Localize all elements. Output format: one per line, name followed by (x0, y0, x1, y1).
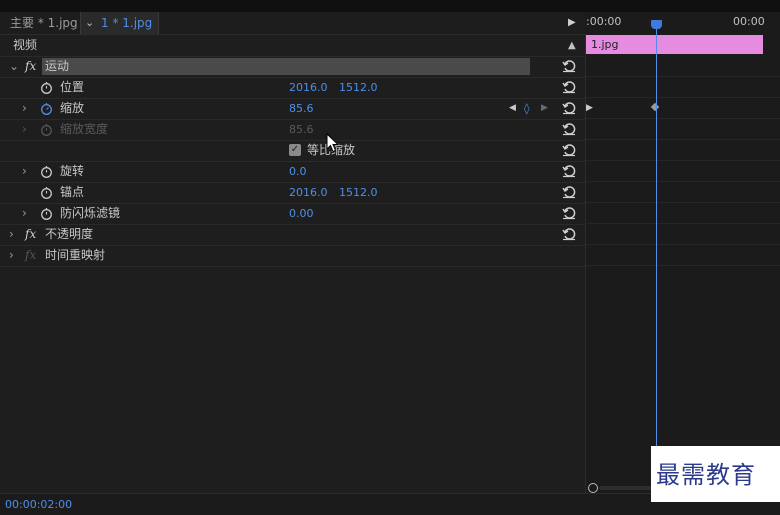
timeline-row-divider (586, 181, 780, 182)
reset-icon[interactable] (562, 185, 576, 199)
timeline-row-divider (586, 118, 780, 119)
ruler-start-timecode: :00:00 (586, 15, 622, 28)
chevron-right-icon[interactable]: › (22, 161, 27, 182)
property-label-position: 位置 (60, 80, 85, 94)
timeline-row-divider (586, 76, 780, 77)
effect-row-motion[interactable]: ⌄ fx 运动 (0, 56, 585, 78)
property-row-anchor: 锚点 2016.0 1512.0 (0, 182, 585, 204)
anti-flicker-value[interactable]: 0.00 (289, 203, 314, 224)
play-only-arrow-icon[interactable]: ▶ (568, 13, 576, 33)
uniform-scale-checkbox[interactable]: ✓ (289, 144, 301, 156)
reset-icon[interactable] (562, 122, 576, 136)
clip-name: 1.jpg (591, 38, 619, 51)
prev-keyframe-icon[interactable]: ◀ (509, 98, 516, 119)
video-section-header: 视频 ▲ (0, 35, 585, 57)
stopwatch-icon[interactable] (40, 207, 53, 220)
timeline-row-divider (586, 139, 780, 140)
effect-row-time-remap[interactable]: › fx 时间重映射 (0, 245, 585, 267)
effect-label-opacity: 不透明度 (45, 227, 94, 241)
property-label-rotation: 旋转 (60, 164, 85, 178)
chevron-right-icon[interactable]: › (9, 245, 14, 266)
effect-label-motion: 运动 (45, 59, 70, 73)
fx-icon[interactable]: fx (25, 224, 36, 245)
anchor-y-value[interactable]: 1512.0 (339, 182, 378, 203)
chevron-right-icon[interactable]: › (22, 98, 27, 119)
property-label-anti-flicker: 防闪烁滤镜 (60, 206, 121, 220)
property-row-anti-flicker: › 防闪烁滤镜 0.00 (0, 203, 585, 225)
playhead-handle[interactable] (651, 20, 662, 29)
scale-width-value: 85.6 (289, 123, 314, 136)
effect-timeline[interactable] (585, 12, 780, 493)
timeline-row-divider (586, 202, 780, 203)
motion-highlight (42, 58, 530, 75)
position-y-value[interactable]: 1512.0 (339, 77, 378, 98)
chevron-right-icon: › (22, 122, 27, 136)
reset-icon[interactable] (562, 101, 576, 115)
tab-master-clip[interactable]: 主要 * 1.jpg (10, 12, 78, 34)
fx-disabled-icon: fx (25, 248, 37, 262)
horizontal-scrollbar[interactable] (599, 486, 659, 490)
effect-label-time-remap: 时间重映射 (45, 248, 106, 262)
video-section-label: 视频 (13, 38, 38, 52)
chevron-right-icon[interactable]: › (22, 203, 27, 224)
property-label-scale-width: 缩放宽度 (60, 122, 109, 136)
anchor-x-value[interactable]: 2016.0 (289, 182, 328, 203)
reset-icon[interactable] (562, 80, 576, 94)
timeline-row-divider (586, 97, 780, 98)
effect-row-opacity[interactable]: › fx 不透明度 (0, 224, 585, 246)
effect-controls-panel: 视频 ▲ ⌄ fx 运动 位置 2016.0 1512.0 › 缩放 85.6 … (0, 35, 585, 493)
scale-value[interactable]: 85.6 (289, 98, 314, 119)
tab-effect-controls-clip[interactable]: ⌄ 1 * 1.jpg (80, 12, 159, 34)
property-label-scale: 缩放 (60, 101, 85, 115)
property-row-position: 位置 2016.0 1512.0 (0, 77, 585, 99)
reset-icon[interactable] (562, 227, 576, 241)
timeline-row-divider (586, 160, 780, 161)
stopwatch-icon[interactable] (40, 186, 53, 199)
timeline-row-divider (586, 244, 780, 245)
chevron-down-icon[interactable]: ⌄ (85, 12, 94, 34)
reset-icon[interactable] (562, 164, 576, 178)
stopwatch-icon[interactable] (40, 81, 53, 94)
current-timecode[interactable]: 00:00:02:00 (5, 498, 72, 512)
add-keyframe-icon[interactable]: ◊ (524, 98, 529, 119)
timeline-row-divider (586, 223, 780, 224)
fx-icon[interactable]: fx (25, 56, 36, 77)
zoom-scroll-handle[interactable] (588, 483, 598, 493)
mouse-cursor-icon (326, 133, 340, 153)
tab-clip-label: 1 * 1.jpg (101, 16, 153, 30)
property-row-uniform-scale: ✓ 等比缩放 (0, 140, 585, 162)
rotation-value[interactable]: 0.0 (289, 161, 307, 182)
property-row-rotation: › 旋转 0.0 (0, 161, 585, 183)
property-row-scale-width: › 缩放宽度 85.6 (0, 119, 585, 141)
stopwatch-icon (41, 124, 52, 136)
playhead-line[interactable] (656, 26, 657, 446)
reset-icon[interactable] (562, 206, 576, 220)
timeline-row-divider (586, 265, 780, 266)
reset-icon[interactable] (562, 59, 576, 73)
chevron-down-icon[interactable]: ⌄ (9, 56, 19, 77)
keyframe-offscreen-left-icon[interactable]: ▶ (586, 102, 593, 114)
watermark-logo: 最需教育 (656, 461, 756, 489)
position-x-value[interactable]: 2016.0 (289, 77, 328, 98)
property-label-anchor: 锚点 (60, 185, 85, 199)
collapse-up-icon[interactable]: ▲ (568, 35, 576, 56)
chevron-right-icon[interactable]: › (9, 224, 14, 245)
ruler-end-timecode: 00:00 (733, 15, 765, 28)
title-strip (0, 0, 780, 12)
next-keyframe-icon[interactable]: ▶ (541, 98, 548, 119)
stopwatch-active-icon[interactable] (40, 102, 53, 115)
stopwatch-icon[interactable] (40, 165, 53, 178)
property-row-scale: › 缩放 85.6 ◀ ◊ ▶ (0, 98, 585, 120)
reset-icon[interactable] (562, 143, 576, 157)
